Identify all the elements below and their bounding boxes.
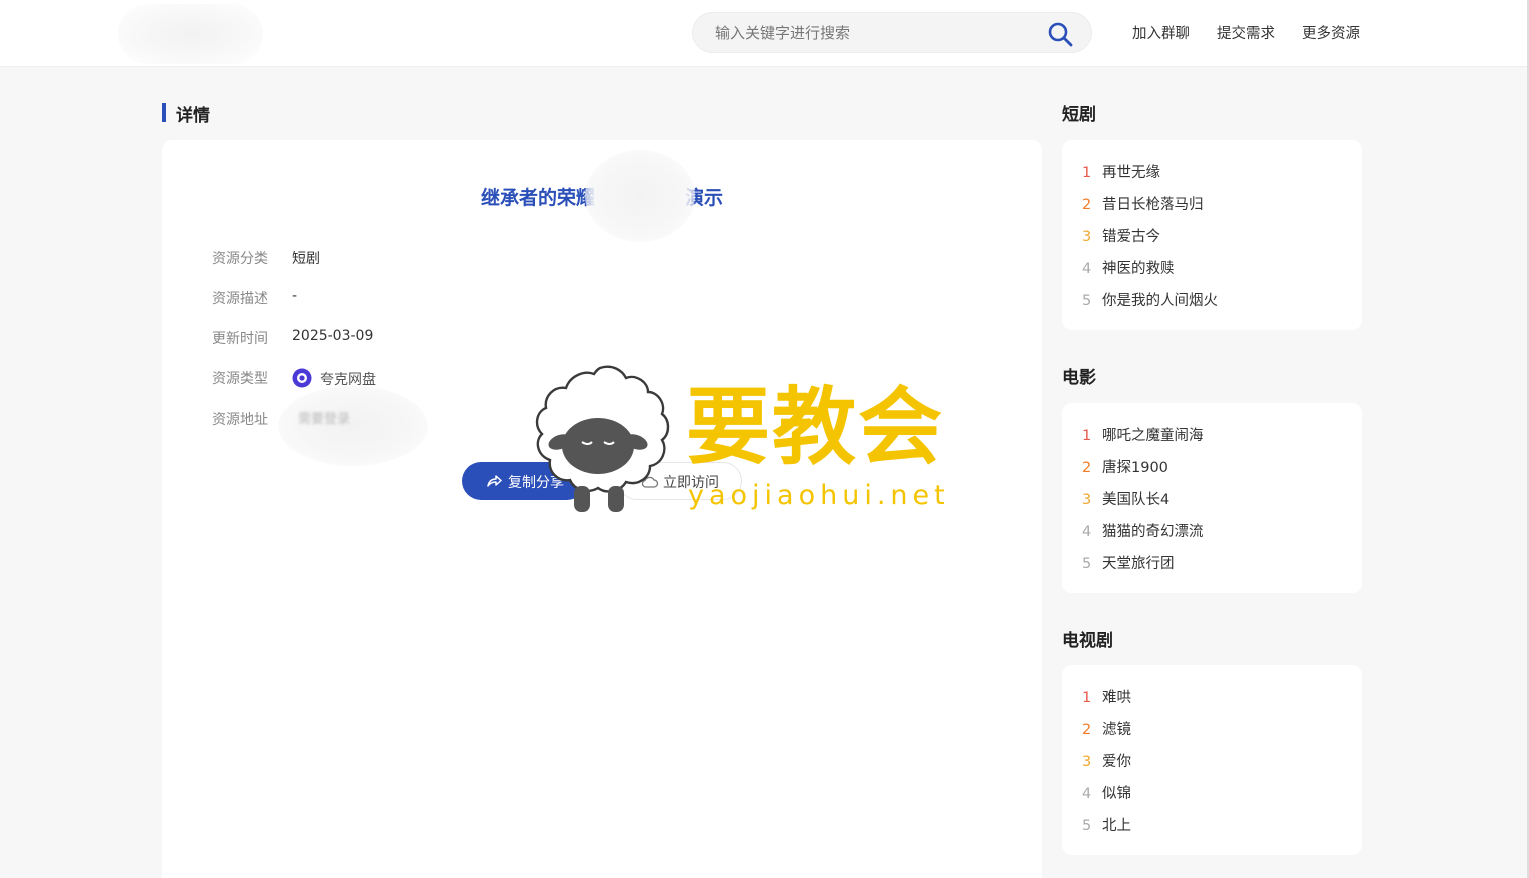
rank-number: 4 bbox=[1082, 261, 1092, 277]
rank-number: 1 bbox=[1082, 428, 1092, 444]
sidebar-title-movies: 电影 bbox=[1062, 368, 1096, 388]
search-icon[interactable] bbox=[1047, 21, 1073, 47]
list-item-title: 滤镜 bbox=[1102, 722, 1131, 738]
list-item[interactable]: 5 你是我的人间烟火 bbox=[1082, 289, 1218, 310]
rank-number: 3 bbox=[1082, 492, 1092, 508]
list-item-title: 天堂旅行团 bbox=[1102, 556, 1175, 572]
sidebar-title-tv-series: 电视剧 bbox=[1062, 631, 1113, 651]
list-item[interactable]: 2 昔日长枪落马归 bbox=[1082, 193, 1204, 214]
field-value-category: 短剧 bbox=[292, 251, 320, 267]
list-item-title: 爱你 bbox=[1102, 754, 1131, 770]
field-value-address[interactable]: 需要登录 bbox=[298, 408, 350, 427]
watermark-text: 要教会 bbox=[686, 377, 945, 476]
nav-more-resources[interactable]: 更多资源 bbox=[1302, 22, 1360, 43]
list-item-title: 猫猫的奇幻漂流 bbox=[1102, 524, 1204, 540]
rank-number: 1 bbox=[1082, 165, 1092, 181]
list-item[interactable]: 3 美国队长4 bbox=[1082, 488, 1169, 509]
field-label-type: 资源类型 bbox=[212, 371, 268, 387]
sidebar-card-tv-series: 1 难哄 2 滤镜 3 爱你 4 似锦 5 北上 bbox=[1062, 665, 1362, 855]
rank-number: 5 bbox=[1082, 556, 1092, 572]
field-value-description: - bbox=[292, 288, 298, 304]
nav-join-group[interactable]: 加入群聊 bbox=[1132, 22, 1190, 43]
rank-number: 2 bbox=[1082, 197, 1092, 213]
field-value-updated: 2025-03-09 bbox=[292, 328, 374, 344]
rank-number: 5 bbox=[1082, 818, 1092, 834]
sidebar-card-movies: 1 哪吒之魔童闹海 2 唐探1900 3 美国队长4 4 猫猫的奇幻漂流 5 天堂旅行团 bbox=[1062, 403, 1362, 593]
field-label-category: 资源分类 bbox=[212, 251, 268, 267]
resource-title-text: 继承者的荣耀 bbox=[480, 187, 595, 209]
field-label-address: 资源地址 bbox=[212, 412, 268, 428]
list-item-title: 美国队长4 bbox=[1102, 492, 1170, 508]
rank-number: 3 bbox=[1082, 754, 1092, 770]
header: 加入群聊 提交需求 更多资源 bbox=[0, 0, 1529, 67]
logo[interactable] bbox=[118, 4, 263, 64]
list-item[interactable]: 4 猫猫的奇幻漂流 bbox=[1082, 520, 1204, 541]
rank-number: 2 bbox=[1082, 722, 1092, 738]
list-item-title: 神医的救赎 bbox=[1102, 261, 1175, 277]
rank-number: 4 bbox=[1082, 524, 1092, 540]
rank-number: 2 bbox=[1082, 460, 1092, 476]
list-item-title: 难哄 bbox=[1102, 690, 1131, 706]
list-item[interactable]: 5 北上 bbox=[1082, 814, 1131, 835]
list-item[interactable]: 5 天堂旅行团 bbox=[1082, 552, 1175, 573]
share-arrow-icon bbox=[487, 475, 502, 487]
title-blur-overlay bbox=[585, 150, 695, 242]
nav-submit-request[interactable]: 提交需求 bbox=[1217, 22, 1275, 43]
rank-number: 1 bbox=[1082, 690, 1092, 706]
list-item[interactable]: 4 似锦 bbox=[1082, 782, 1131, 803]
list-item-title: 哪吒之魔童闹海 bbox=[1102, 428, 1204, 444]
rank-number: 5 bbox=[1082, 293, 1092, 309]
list-item[interactable]: 2 滤镜 bbox=[1082, 718, 1131, 739]
list-item[interactable]: 3 爱你 bbox=[1082, 750, 1131, 771]
list-item[interactable]: 1 难哄 bbox=[1082, 686, 1131, 707]
rank-number: 4 bbox=[1082, 786, 1092, 802]
list-item[interactable]: 2 唐探1900 bbox=[1082, 456, 1168, 477]
watermark-url: yaojiaohui.net bbox=[688, 480, 950, 511]
search-input[interactable] bbox=[715, 13, 1035, 52]
list-item[interactable]: 4 神医的救赎 bbox=[1082, 257, 1175, 278]
field-label-updated: 更新时间 bbox=[212, 331, 268, 347]
list-item[interactable]: 1 再世无缘 bbox=[1082, 161, 1160, 182]
section-title-bar bbox=[162, 103, 166, 122]
list-item-title: 错爱古今 bbox=[1102, 229, 1160, 245]
sidebar-card-short-drama: 1 再世无缘 2 昔日长枪落马归 3 错爱古今 4 神医的救赎 5 你是我的人间烟火 bbox=[1062, 140, 1362, 330]
list-item-title: 昔日长枪落马归 bbox=[1102, 197, 1204, 213]
list-item-title: 北上 bbox=[1102, 818, 1131, 834]
detail-section-title: 详情 bbox=[176, 106, 210, 126]
list-item-title: 似锦 bbox=[1102, 786, 1131, 802]
list-item[interactable]: 3 错爱古今 bbox=[1082, 225, 1160, 246]
search-box[interactable] bbox=[692, 12, 1092, 53]
list-item-title: 再世无缘 bbox=[1102, 165, 1160, 181]
rank-number: 3 bbox=[1082, 229, 1092, 245]
sheep-watermark-icon bbox=[535, 365, 670, 512]
quark-drive-icon bbox=[292, 368, 312, 388]
list-item-title: 你是我的人间烟火 bbox=[1102, 293, 1218, 309]
sidebar-title-short-drama: 短剧 bbox=[1062, 105, 1096, 125]
list-item[interactable]: 1 哪吒之魔童闹海 bbox=[1082, 424, 1204, 445]
field-label-description: 资源描述 bbox=[212, 291, 268, 307]
list-item-title: 唐探1900 bbox=[1102, 460, 1168, 476]
